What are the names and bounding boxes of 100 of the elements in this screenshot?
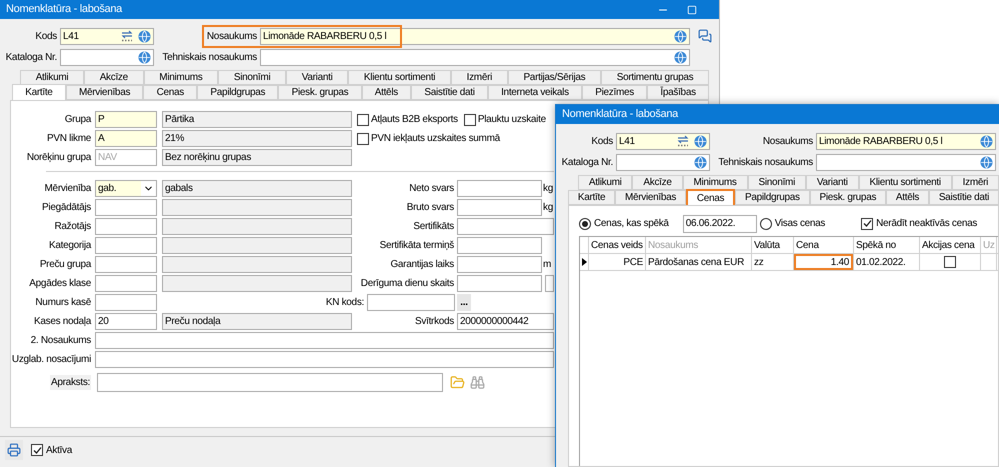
column-header[interactable]: Valūta: [752, 237, 794, 253]
tab[interactable]: Sortimentu grupas: [601, 70, 710, 85]
tab[interactable]: Papildgrupas: [197, 85, 278, 100]
tab[interactable]: Piezīmes: [582, 85, 648, 100]
tab[interactable]: Akcīze: [84, 70, 144, 85]
date-field[interactable]: 06.06.2022.: [682, 214, 757, 232]
checkbox[interactable]: [944, 256, 956, 268]
text-field[interactable]: [95, 294, 157, 311]
text-field[interactable]: L41: [616, 132, 710, 150]
radio-button[interactable]: [579, 218, 591, 230]
text-field[interactable]: [97, 372, 443, 392]
text-field[interactable]: [95, 332, 554, 349]
text-field[interactable]: [616, 154, 710, 170]
text-field[interactable]: Preču nodaļa: [162, 313, 352, 330]
tab[interactable]: Saistītie dati: [928, 190, 999, 205]
tab[interactable]: Papildgrupas: [735, 190, 810, 205]
text-field[interactable]: A: [95, 130, 157, 147]
globe-icon[interactable]: [694, 156, 707, 168]
column-header[interactable]: Akcijas cena: [920, 237, 981, 253]
text-field[interactable]: [457, 237, 542, 254]
text-field[interactable]: [162, 237, 352, 254]
checkbox[interactable]: [464, 114, 476, 126]
tab[interactable]: Sinonīmi: [218, 70, 286, 85]
tab[interactable]: Piesk. grupas: [810, 190, 886, 205]
tab[interactable]: Izmēri: [450, 70, 508, 85]
text-field[interactable]: P: [95, 111, 157, 128]
tab[interactable]: Kartīte: [12, 84, 66, 100]
text-field[interactable]: gabals: [162, 180, 352, 197]
tab[interactable]: Attēls: [362, 85, 412, 100]
text-field[interactable]: Limonāde RABARBERU 0,5 l: [816, 132, 996, 150]
numbering-icon[interactable]: [120, 30, 134, 42]
text-field[interactable]: [95, 199, 157, 216]
text-field[interactable]: [545, 275, 554, 292]
globe-icon[interactable]: [138, 50, 151, 64]
tab[interactable]: Varianti: [806, 175, 859, 190]
checkbox[interactable]: [357, 132, 369, 144]
text-field[interactable]: Limonāde RABARBERU 0,5 l: [260, 28, 690, 44]
tab[interactable]: Akcīze: [632, 175, 683, 190]
text-field[interactable]: [162, 218, 352, 235]
text-field[interactable]: [162, 256, 352, 273]
tab[interactable]: Mērvienības: [615, 190, 686, 205]
tab[interactable]: Sinonīmi: [748, 175, 806, 190]
text-field[interactable]: Pārtika: [162, 111, 352, 128]
tab[interactable]: Saistītie dati: [411, 85, 488, 100]
text-field[interactable]: [60, 48, 154, 66]
text-field[interactable]: [162, 275, 352, 292]
column-header[interactable]: Cena: [794, 237, 854, 253]
checkbox[interactable]: [357, 114, 369, 126]
text-field[interactable]: [95, 237, 157, 254]
globe-icon[interactable]: [980, 156, 993, 168]
text-field[interactable]: [457, 180, 542, 197]
text-field[interactable]: L41: [60, 28, 154, 44]
browse-button[interactable]: ...: [457, 294, 471, 311]
maximize-icon[interactable]: [687, 4, 697, 14]
binoculars-icon[interactable]: [470, 374, 485, 390]
globe-icon[interactable]: [980, 134, 993, 148]
text-field[interactable]: [457, 256, 542, 273]
tab[interactable]: Mērvienības: [66, 85, 144, 100]
text-field[interactable]: Bez norēķinu grupas: [162, 149, 352, 166]
tab[interactable]: Kartīte: [568, 190, 616, 205]
text-field[interactable]: [367, 294, 455, 311]
chat-icon[interactable]: [698, 29, 712, 43]
tab[interactable]: Izmēri: [952, 175, 999, 190]
text-field[interactable]: [816, 154, 996, 170]
radio-button[interactable]: [760, 218, 772, 230]
tab[interactable]: Varianti: [286, 70, 348, 85]
tab[interactable]: Atlikumi: [20, 70, 84, 85]
column-header[interactable]: Cenas veids: [589, 237, 646, 253]
tab[interactable]: Piesk. grupas: [278, 85, 362, 100]
folder-icon[interactable]: [450, 374, 465, 390]
tab[interactable]: Interneta veikals: [488, 85, 582, 100]
checkbox[interactable]: [861, 218, 874, 230]
tab[interactable]: Cenas: [143, 85, 198, 100]
column-header[interactable]: Spēkā no: [854, 237, 920, 253]
text-field[interactable]: [457, 218, 554, 235]
tab[interactable]: Cenas: [686, 189, 736, 205]
text-field[interactable]: [95, 218, 157, 235]
text-field[interactable]: [260, 48, 690, 66]
globe-icon[interactable]: [674, 30, 687, 42]
tab[interactable]: Atlikumi: [578, 175, 632, 190]
tab[interactable]: Partijas/Sērijas: [508, 70, 602, 85]
globe-icon[interactable]: [138, 30, 151, 42]
tab[interactable]: Klientu sortimenti: [348, 70, 451, 85]
text-field[interactable]: 2000000000442: [457, 313, 554, 330]
text-field[interactable]: [162, 199, 352, 216]
checkbox[interactable]: [31, 444, 43, 456]
tab[interactable]: Minimums: [144, 70, 218, 85]
dropdown[interactable]: gab.: [95, 180, 157, 197]
globe-icon[interactable]: [694, 134, 707, 148]
text-field[interactable]: [457, 199, 542, 216]
text-field[interactable]: 20: [95, 313, 157, 330]
text-field[interactable]: [95, 275, 157, 292]
globe-icon[interactable]: [674, 50, 687, 64]
text-field[interactable]: [95, 256, 157, 273]
text-field[interactable]: 21%: [162, 130, 352, 147]
numbering-icon[interactable]: [676, 134, 690, 148]
tab[interactable]: Klientu sortimenti: [858, 175, 952, 190]
tab[interactable]: Īpašības: [647, 85, 709, 100]
text-field[interactable]: [95, 351, 554, 368]
tab[interactable]: Attēls: [886, 190, 929, 205]
